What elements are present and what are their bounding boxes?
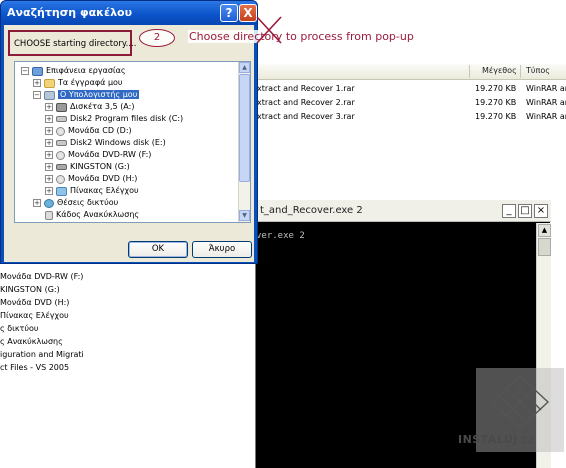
tree-item-control-panel[interactable]: + Πίνακας Ελέγχου [45, 185, 139, 197]
file-row[interactable]: xtract and Recover 2.rar 19.270 KB WinRA… [255, 96, 566, 110]
minimize-button[interactable]: _ [502, 204, 516, 218]
help-button[interactable]: ? [220, 4, 238, 22]
file-name: xtract and Recover 2.rar [257, 98, 355, 107]
maximize-button[interactable]: □ [518, 204, 532, 218]
tree-item-desktop[interactable]: − Επιφάνεια εργασίας [21, 65, 126, 77]
folder-tree-item[interactable]: Πίνακας Ελέγχου [0, 309, 84, 322]
tree-item-my-computer[interactable]: − Ο Υπολογιστής μου [33, 89, 140, 101]
dialog-message: CHOOSE starting directory.... [14, 39, 137, 49]
annotation-cross-icon [256, 16, 282, 44]
folder-tree-partial: Μονάδα DVD-RW (F:) KINGSTON (G:) Μονάδα … [0, 270, 84, 390]
expand-icon[interactable]: + [33, 79, 41, 87]
annotation-text: Choose directory to process from pop-up [188, 30, 415, 43]
scroll-down-icon[interactable]: ▼ [239, 210, 250, 221]
dialog-message-box: CHOOSE starting directory.... [8, 30, 136, 56]
computer-icon [44, 90, 55, 100]
file-row[interactable]: xtract and Recover 3.rar 19.270 KB WinRA… [255, 110, 566, 124]
scroll-up-icon[interactable]: ▲ [538, 224, 551, 237]
console-title: t_and_Recover.exe 2 [260, 205, 363, 216]
file-list-header: Μέγεθος Τύπος [255, 64, 566, 80]
file-size: 19.270 KB [475, 84, 517, 93]
tree-item-network-places[interactable]: + Θέσεις δικτύου [33, 197, 118, 209]
folder-tree[interactable]: − Επιφάνεια εργασίας + Τα έγγραφά μου − Ο Υ… [14, 61, 251, 223]
tree-item-drive-g[interactable]: + KINGSTON (G:) [45, 161, 130, 173]
dialog-body: CHOOSE starting directory.... − Επιφάνεια… [4, 25, 254, 262]
file-type: WinRAR ar [526, 112, 566, 121]
watermark-text: INSTALUJ.CZ [458, 433, 535, 446]
file-size: 19.270 KB [475, 98, 517, 107]
hard-drive-icon [56, 116, 67, 122]
folder-tree-item[interactable]: KINGSTON (G:) [0, 283, 84, 296]
expand-icon[interactable]: + [45, 151, 53, 159]
expand-icon[interactable]: + [45, 187, 53, 195]
ok-button[interactable]: OK [128, 241, 188, 258]
tree-item-drive-c[interactable]: + Disk2 Program files disk (C:) [45, 113, 183, 125]
console-line: ver.exe 2 [256, 231, 305, 241]
folder-tree-item[interactable]: ς Ανακύκλωσης [0, 335, 84, 348]
file-type: WinRAR ar [526, 98, 566, 107]
expand-icon[interactable]: + [45, 103, 53, 111]
folder-icon [44, 78, 55, 88]
tree-item-drive-f[interactable]: + Μονάδα DVD-RW (F:) [45, 149, 151, 161]
column-divider[interactable] [520, 65, 521, 78]
expand-icon[interactable]: + [45, 163, 53, 171]
network-icon [44, 198, 54, 208]
file-name: xtract and Recover 1.rar [257, 84, 355, 93]
watermark-icon [490, 375, 550, 429]
tree-item-my-documents[interactable]: + Τα έγγραφά μου [33, 77, 123, 89]
tree-item-drive-h[interactable]: + Μονάδα DVD (H:) [45, 173, 137, 185]
recycle-bin-icon [45, 210, 53, 220]
desktop-icon [32, 66, 43, 76]
dialog-title-bar[interactable]: Αναζήτηση φακέλου ? X [1, 1, 257, 25]
tree-scrollbar[interactable]: ▲ ▼ [238, 62, 250, 222]
scroll-thumb[interactable] [239, 74, 250, 182]
folder-tree-item[interactable]: Μονάδα DVD (H:) [0, 296, 84, 309]
tree-item-drive-a[interactable]: + Δισκέτα 3,5 (A:) [45, 101, 134, 113]
scroll-thumb[interactable] [538, 238, 551, 256]
usb-drive-icon [56, 164, 67, 170]
file-name: xtract and Recover 3.rar [257, 112, 355, 121]
expand-icon[interactable]: + [33, 199, 41, 207]
folder-tree-item[interactable]: ς δικτύου [0, 322, 84, 335]
expand-icon[interactable]: + [45, 175, 53, 183]
folder-tree-item[interactable]: Μονάδα DVD-RW (F:) [0, 270, 84, 283]
collapse-icon[interactable]: − [21, 67, 29, 75]
dvd-drive-icon [56, 174, 65, 184]
file-size: 19.270 KB [475, 112, 517, 121]
hard-drive-icon [56, 140, 67, 146]
file-type: WinRAR ar [526, 84, 566, 93]
expand-icon[interactable]: + [45, 127, 53, 135]
console-title-bar[interactable]: t_and_Recover.exe 2 _ □ × [256, 200, 551, 222]
expand-icon[interactable]: + [45, 115, 53, 123]
collapse-icon[interactable]: − [33, 91, 41, 99]
column-divider[interactable] [469, 65, 470, 78]
cancel-button[interactable]: Άκυρο [192, 241, 252, 258]
expand-icon[interactable]: + [45, 139, 53, 147]
cd-drive-icon [56, 126, 65, 136]
scroll-up-icon[interactable]: ▲ [239, 62, 250, 73]
folder-tree-item[interactable]: ct Files - VS 2005 [0, 361, 84, 374]
tree-item-recycle-bin[interactable]: Κάδος Ανακύκλωσης [45, 209, 139, 221]
control-panel-icon [56, 186, 67, 196]
file-row[interactable]: xtract and Recover 1.rar 19.270 KB WinRA… [255, 82, 566, 96]
floppy-icon [56, 102, 67, 112]
console-close-button[interactable]: × [534, 204, 548, 218]
column-size[interactable]: Μέγεθος [482, 66, 517, 75]
dvd-drive-icon [56, 150, 65, 160]
column-type[interactable]: Τύπος [526, 66, 550, 75]
folder-tree-item[interactable]: iguration and Migratio [0, 348, 84, 361]
dialog-title: Αναζήτηση φακέλου [7, 6, 133, 19]
tree-item-drive-e[interactable]: + Disk2 Windows disk (E:) [45, 137, 166, 149]
tree-item-drive-d[interactable]: + Μονάδα CD (D:) [45, 125, 132, 137]
step-number-badge: 2 [139, 29, 175, 47]
